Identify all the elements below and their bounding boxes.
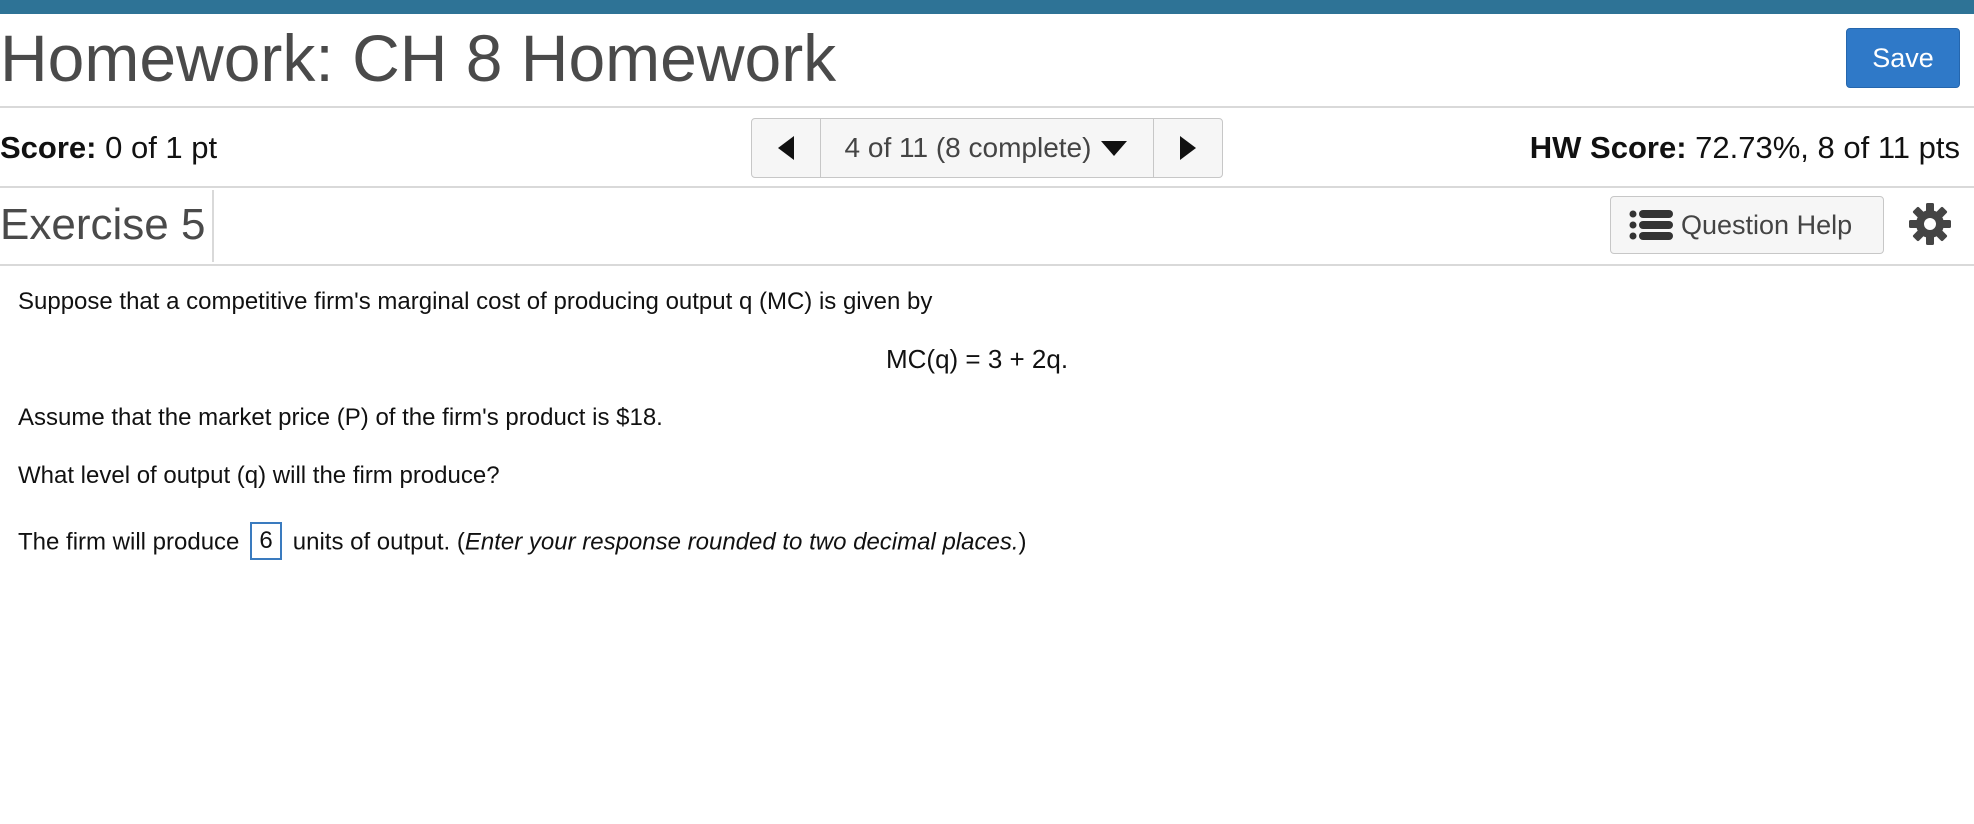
answer-hint: Enter your response rounded to two decim… <box>464 528 1019 556</box>
exercise-bar: Exercise 5 Question Help <box>0 188 1974 266</box>
page-title: Homework: CH 8 Homework <box>0 21 837 95</box>
title-bar: Homework: CH 8 Homework Save <box>0 14 1974 108</box>
triangle-left-icon <box>778 136 794 160</box>
caret-down-icon <box>1099 139 1129 157</box>
top-accent-bar <box>0 0 1974 14</box>
next-question-button[interactable] <box>1153 119 1222 177</box>
hw-score-display: HW Score: 72.73%, 8 of 11 pts <box>1530 130 1960 166</box>
gear-icon[interactable] <box>1908 202 1952 246</box>
answer-close: ) <box>1018 528 1027 556</box>
score-value: 0 of 1 pt <box>105 130 218 165</box>
answer-prefix: The firm will produce <box>18 528 240 556</box>
question-formula: MC(q) = 3 + 2q. <box>886 344 1069 374</box>
question-prompt: What level of output (q) will the firm p… <box>18 462 500 489</box>
hw-score-label: HW Score: <box>1529 130 1687 165</box>
previous-question-button[interactable] <box>752 119 821 177</box>
question-help-label: Question Help <box>1681 209 1853 240</box>
question-navigator: 4 of 11 (8 complete) <box>751 118 1223 178</box>
score-label: Score: <box>0 130 97 165</box>
list-icon <box>1629 208 1675 242</box>
question-help-button[interactable]: Question Help <box>1610 196 1884 254</box>
question-intro: Suppose that a competitive firm's margin… <box>18 288 933 315</box>
exercise-divider <box>212 190 214 262</box>
answer-input[interactable]: 6 <box>250 522 283 560</box>
save-button[interactable]: Save <box>1846 28 1960 88</box>
triangle-right-icon <box>1180 136 1196 160</box>
answer-suffix: units of output. ( <box>292 528 465 556</box>
question-selector-dropdown[interactable]: 4 of 11 (8 complete) <box>821 119 1153 177</box>
answer-line: The firm will produce 6 units of output.… <box>18 522 1027 562</box>
question-assumption: Assume that the market price (P) of the … <box>18 404 663 431</box>
score-display: Score: 0 of 1 pt <box>0 130 217 166</box>
hw-score-value: 72.73%, 8 of 11 pts <box>1695 130 1960 165</box>
question-selector-label: 4 of 11 (8 complete) <box>844 132 1092 163</box>
score-bar: Score: 0 of 1 pt 4 of 11 (8 complete) HW… <box>0 108 1974 188</box>
exercise-title: Exercise 5 <box>0 200 206 249</box>
